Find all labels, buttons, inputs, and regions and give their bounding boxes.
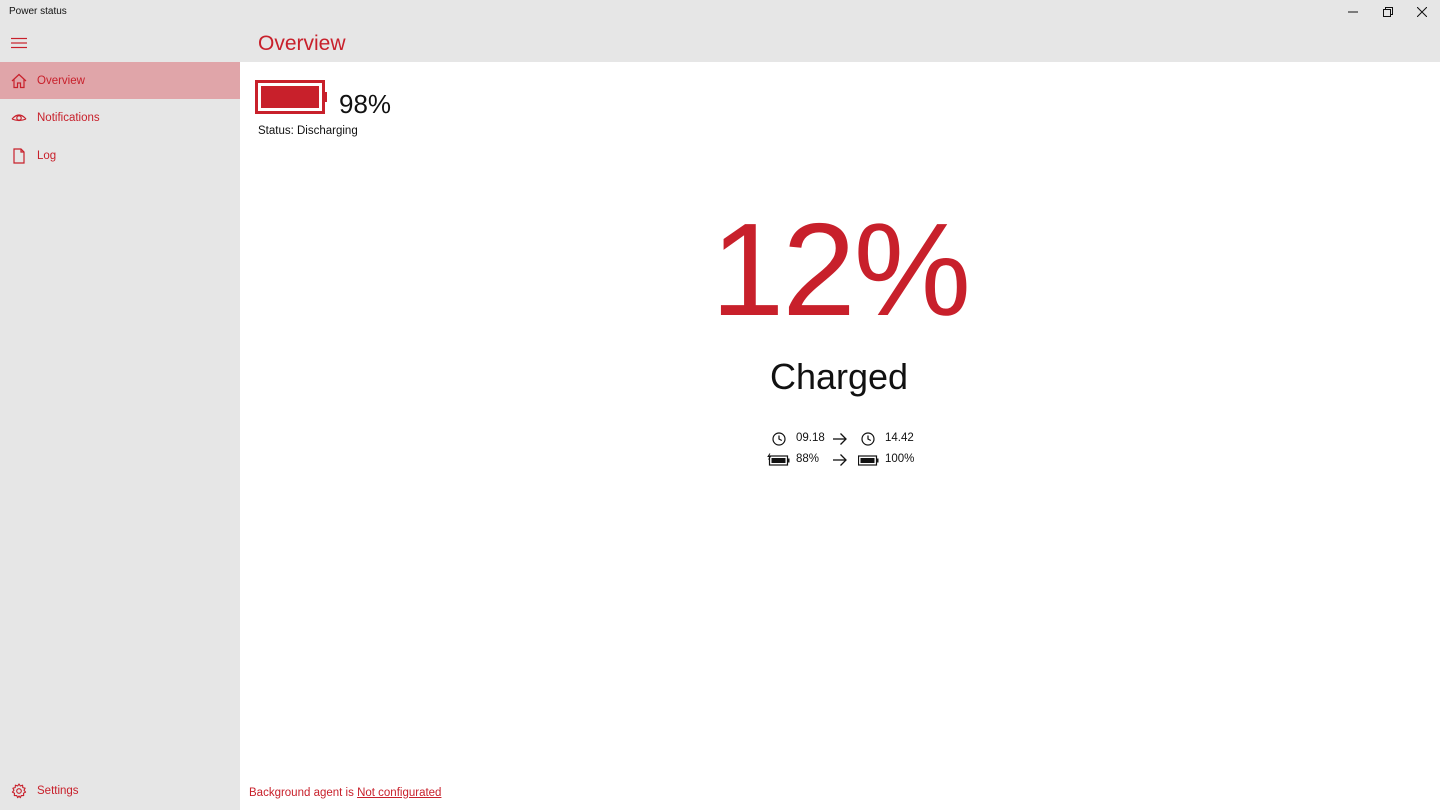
gear-icon <box>10 782 28 800</box>
close-icon <box>1417 7 1427 17</box>
sidebar-item-notifications[interactable]: Notifications <box>0 99 240 136</box>
arrow-right-icon <box>832 451 848 469</box>
title-bar: Power status <box>0 0 1440 24</box>
agent-config-link[interactable]: Not configurated <box>357 787 441 799</box>
hamburger-icon <box>11 37 27 49</box>
page-title: Overview <box>258 32 346 55</box>
start-time: 09.18 <box>796 432 825 444</box>
restore-icon <box>1383 7 1393 17</box>
sidebar-item-settings[interactable]: Settings <box>0 772 240 809</box>
charged-percentage: 12% <box>710 196 971 343</box>
battery-full-icon <box>858 451 880 469</box>
start-percentage: 88% <box>796 453 820 465</box>
percent-range-row: 88% 100% <box>767 451 930 469</box>
app-window: Power status Overview Notifications Log … <box>0 0 1440 810</box>
minimize-button[interactable] <box>1336 0 1370 24</box>
sidebar-item-label: Settings <box>37 784 79 797</box>
sidebar-item-label: Notifications <box>37 111 100 124</box>
home-icon <box>10 72 28 90</box>
clock-icon <box>861 430 875 448</box>
end-percentage: 100% <box>885 453 915 465</box>
arrow-right-icon <box>832 430 848 448</box>
battery-icon <box>255 80 329 121</box>
sidebar: Overview Notifications Log Settings <box>0 24 240 810</box>
clock-icon <box>772 430 786 448</box>
window-title: Power status <box>9 6 67 17</box>
minimize-icon <box>1348 11 1358 13</box>
restore-button[interactable] <box>1371 0 1405 24</box>
background-agent-status: Background agent is Not configurated <box>249 787 441 799</box>
charged-label: Charged <box>769 356 909 397</box>
close-button[interactable] <box>1405 0 1439 24</box>
main-content: 98% Status: Discharging 12% Charged 09.1… <box>240 62 1440 810</box>
sidebar-item-log[interactable]: Log <box>0 137 240 174</box>
end-time: 14.42 <box>885 432 914 444</box>
sidebar-item-label: Overview <box>37 74 85 87</box>
document-icon <box>10 147 28 165</box>
menu-toggle-button[interactable] <box>6 30 32 56</box>
battery-status: Status: Discharging <box>258 125 358 137</box>
page-header: Overview <box>240 24 1440 62</box>
battery-percentage: 98% <box>339 89 392 119</box>
agent-status-prefix: Background agent is <box>249 787 354 799</box>
battery-charging-icon <box>767 451 791 469</box>
sidebar-item-label: Log <box>37 149 57 162</box>
eye-icon <box>10 109 28 127</box>
time-range-row: 09.18 14.42 <box>770 430 930 448</box>
sidebar-item-overview[interactable]: Overview <box>0 62 240 99</box>
